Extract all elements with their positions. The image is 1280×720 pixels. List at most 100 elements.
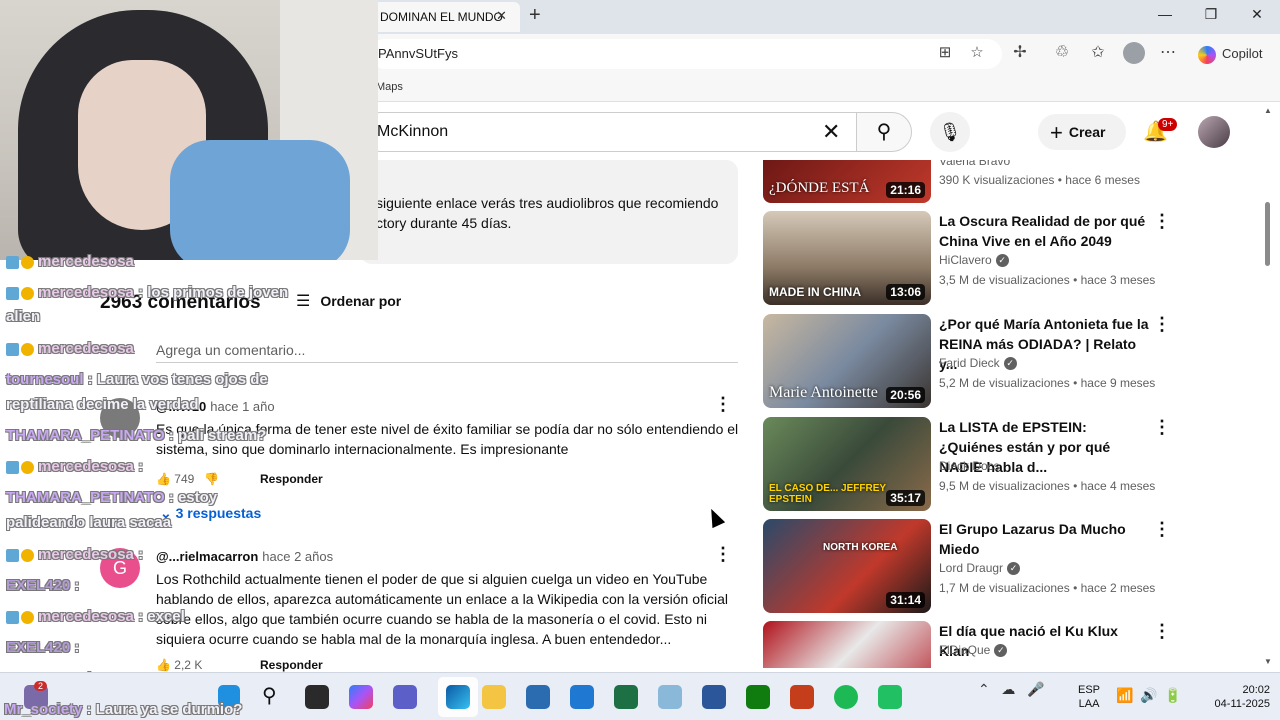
video-duration: 35:17 [886, 490, 925, 506]
browser-essentials-icon[interactable]: ♲ [1050, 42, 1074, 62]
more-options-icon[interactable]: ⋯ [1156, 42, 1180, 62]
voice-search-button[interactable]: 🎙 [930, 112, 970, 152]
comment-menu-icon[interactable]: ⋮ [714, 394, 732, 415]
video-menu-icon[interactable]: ⋮ [1153, 314, 1171, 335]
favorite-star-icon[interactable]: ☆ [966, 43, 988, 61]
app-icon[interactable] [658, 685, 682, 709]
onedrive-icon[interactable]: ☁ [1001, 681, 1015, 697]
description-line: siguiente enlace verás tres audiolibros … [376, 195, 719, 211]
chat-continuation: alien [6, 308, 41, 325]
video-title[interactable]: La Oscura Realidad de por qué China Vive… [939, 211, 1149, 251]
clock[interactable]: 20:02 04-11-2025 [1196, 683, 1270, 711]
chat-text: : [74, 639, 80, 656]
favorite-maps[interactable]: Maps [376, 81, 403, 93]
video-thumbnail[interactable]: ¿DÓNDE ESTÁ 21:16 [763, 160, 931, 203]
video-channel[interactable]: HiClavero ✓ [939, 253, 1009, 268]
video-duration: 20:56 [886, 387, 925, 403]
spotify-icon[interactable] [834, 685, 858, 709]
related-video[interactable]: El día que nació el Ku Klux Klan ElDiaQu… [763, 621, 1263, 668]
replies-toggle[interactable]: ⌄ 3 respuestas [160, 505, 261, 522]
clear-search-icon[interactable]: ✕ [822, 119, 840, 145]
scrollbar-thumb[interactable] [1265, 202, 1270, 266]
like-icon[interactable]: 👍 [156, 472, 171, 486]
related-video[interactable]: ¿DÓNDE ESTÁ 21:16 Valena Bravo 390 K vis… [763, 160, 1263, 203]
related-video[interactable]: Marie Antoinette 20:56 ¿Por qué María An… [763, 314, 1263, 408]
powerpoint-icon[interactable] [790, 685, 814, 709]
new-tab-button[interactable]: + [529, 4, 541, 27]
reply-button[interactable]: Responder [260, 472, 323, 486]
profile-icon[interactable] [1123, 42, 1145, 64]
like-icon[interactable]: 👍 [156, 658, 171, 672]
scroll-up-icon[interactable]: ▲ [1264, 106, 1272, 115]
language-indicator[interactable]: ESP LAA [1078, 683, 1100, 711]
xbox-icon[interactable] [746, 685, 770, 709]
video-channel[interactable]: ElDiaQue ✓ [939, 643, 1008, 658]
mail-icon[interactable] [570, 685, 594, 709]
video-thumbnail[interactable] [763, 621, 931, 668]
store-icon[interactable] [526, 685, 550, 709]
video-thumbnail[interactable]: Marie Antoinette 20:56 [763, 314, 931, 408]
copilot-icon [1198, 45, 1216, 64]
search-value: McKinnon [377, 123, 449, 140]
favorites-icon[interactable]: ✩ [1086, 42, 1110, 62]
comment-time[interactable]: hace 1 año [210, 399, 274, 414]
thumbnail-text: NORTH KOREA [823, 542, 898, 553]
extensions-icon[interactable]: ✢ [1008, 42, 1032, 62]
file-explorer-icon[interactable] [482, 685, 506, 709]
search-button[interactable]: ⚲ [856, 112, 912, 152]
search-icon[interactable]: ⚲ [262, 683, 277, 708]
search-input[interactable]: McKinnon [360, 112, 860, 152]
account-avatar[interactable] [1198, 116, 1230, 148]
video-menu-icon[interactable]: ⋮ [1153, 519, 1171, 540]
video-channel[interactable]: Farid Dieck ✓ [939, 356, 1017, 371]
widgets-badge: 2 [34, 681, 48, 691]
volume-icon[interactable]: 🔊 [1140, 687, 1157, 704]
wifi-icon[interactable]: 📶 [1116, 687, 1133, 704]
comment-author[interactable]: @...rielmacarron hace 2 años [156, 549, 333, 564]
add-comment-input[interactable]: Agrega un comentario... [156, 342, 738, 363]
game-app-icon[interactable] [878, 685, 902, 709]
video-title[interactable]: El Grupo Lazarus Da Mucho Miedo [939, 519, 1149, 559]
restore-button[interactable]: ❐ [1196, 6, 1226, 23]
tray-chevron-icon[interactable]: ⌃ [978, 681, 990, 697]
sort-button[interactable]: ☰ Ordenar por [296, 291, 401, 311]
video-thumbnail[interactable]: NORTH KOREA 31:14 [763, 519, 931, 613]
like-count: 2,2 K [174, 658, 203, 672]
copilot-app-icon[interactable] [349, 685, 373, 709]
video-channel[interactable]: Valena Bravo [939, 160, 1010, 168]
video-menu-icon[interactable]: ⋮ [1153, 621, 1171, 642]
battery-icon[interactable]: 🔋 [1164, 687, 1181, 704]
comment-time[interactable]: hace 2 años [262, 549, 333, 564]
teams-icon[interactable] [393, 685, 417, 709]
microphone-icon[interactable]: 🎤 [1027, 681, 1044, 697]
related-video[interactable]: MADE IN CHINA 13:06 La Oscura Realidad d… [763, 211, 1263, 305]
close-tab-icon[interactable]: ✕ [496, 8, 507, 24]
close-window-button[interactable]: ✕ [1242, 6, 1272, 23]
related-video[interactable]: NORTH KOREA 31:14 El Grupo Lazarus Da Mu… [763, 519, 1263, 613]
copilot-button[interactable]: Copilot [1190, 39, 1274, 69]
video-channel[interactable]: Dieck Docs [939, 459, 1000, 473]
comment-menu-icon[interactable]: ⋮ [714, 544, 732, 565]
video-menu-icon[interactable]: ⋮ [1153, 417, 1171, 438]
scroll-down-icon[interactable]: ▼ [1264, 657, 1272, 666]
language-code: ESP [1078, 684, 1101, 696]
verified-icon: ✓ [994, 644, 1008, 658]
video-thumbnail[interactable]: MADE IN CHINA 13:06 [763, 211, 931, 305]
reply-button[interactable]: Responder [260, 658, 323, 672]
excel-icon[interactable] [614, 685, 638, 709]
video-thumbnail[interactable]: EL CASO DE... JEFFREY EPSTEIN 35:17 [763, 417, 931, 511]
create-label: Crear [1068, 124, 1106, 140]
create-button[interactable]: + Crear [1038, 114, 1126, 150]
related-video[interactable]: EL CASO DE... JEFFREY EPSTEIN 35:17 La L… [763, 417, 1263, 511]
task-view-icon[interactable] [305, 685, 329, 709]
address-bar[interactable]: PAnnvSUtFys [370, 39, 1002, 69]
app-available-icon[interactable]: ⊞ [934, 43, 956, 61]
channel-name: Lord Draugr [939, 561, 1004, 575]
video-channel[interactable]: Lord Draugr ✓ [939, 561, 1021, 576]
word-icon[interactable] [702, 685, 726, 709]
minimize-button[interactable]: — [1150, 6, 1180, 22]
dislike-icon[interactable]: 👎 [204, 472, 219, 486]
video-menu-icon[interactable]: ⋮ [1153, 211, 1171, 232]
page-scrollbar[interactable]: ▲ ▼ [1262, 104, 1274, 666]
edge-icon[interactable] [446, 685, 470, 709]
